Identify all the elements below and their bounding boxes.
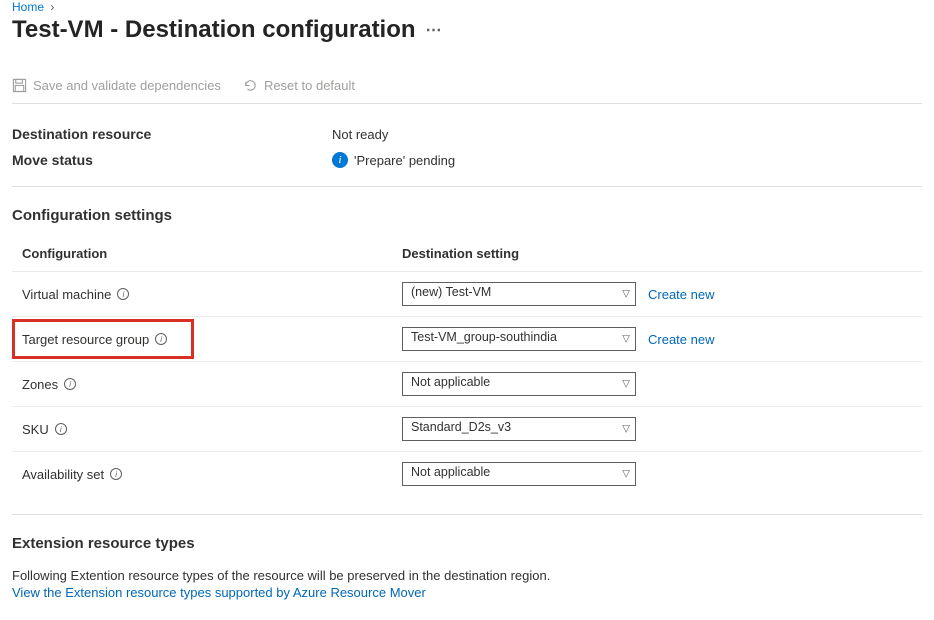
config-table-header: Configuration Destination setting	[12, 240, 922, 271]
ext-section-title: Extension resource types	[12, 535, 922, 552]
save-icon	[12, 78, 27, 93]
move-status-value: i 'Prepare' pending	[332, 152, 455, 168]
ext-description: Following Extention resource types of th…	[12, 568, 922, 583]
chevron-right-icon: ›	[47, 0, 57, 14]
toolbar: Save and validate dependencies Reset to …	[12, 72, 922, 104]
info-icon: i	[332, 152, 348, 168]
vm-create-new-link[interactable]: Create new	[648, 287, 714, 302]
row-zones: Zones i Not applicable ▽	[12, 361, 922, 406]
destination-resource-row: Destination resource Not ready	[12, 126, 922, 142]
undo-icon	[243, 78, 258, 93]
avset-label: Availability set	[22, 467, 104, 482]
zones-select[interactable]: Not applicable	[402, 372, 636, 396]
breadcrumb-home[interactable]: Home	[12, 0, 44, 14]
move-status-row: Move status i 'Prepare' pending	[12, 152, 922, 168]
vm-label: Virtual machine	[22, 287, 111, 302]
vm-select[interactable]: (new) Test-VM	[402, 282, 636, 306]
destination-resource-label: Destination resource	[12, 126, 332, 142]
more-icon[interactable]: ⋯	[426, 20, 443, 40]
save-button-label: Save and validate dependencies	[33, 78, 221, 93]
reset-button[interactable]: Reset to default	[243, 78, 355, 93]
ext-link[interactable]: View the Extension resource types suppor…	[12, 585, 922, 600]
move-status-label: Move status	[12, 152, 332, 168]
sku-label: SKU	[22, 422, 49, 437]
info-icon[interactable]: i	[155, 333, 167, 345]
page-title-text: Test-VM - Destination configuration	[12, 16, 416, 44]
info-icon[interactable]: i	[55, 423, 67, 435]
header-destination-setting: Destination setting	[402, 246, 922, 261]
row-availability-set: Availability set i Not applicable ▽	[12, 451, 922, 496]
divider	[12, 514, 922, 515]
move-status-text: 'Prepare' pending	[354, 153, 455, 168]
rg-create-new-link[interactable]: Create new	[648, 332, 714, 347]
row-target-resource-group: Target resource group i Test-VM_group-so…	[12, 316, 922, 361]
zones-label: Zones	[22, 377, 58, 392]
row-sku: SKU i Standard_D2s_v3 ▽	[12, 406, 922, 451]
info-icon[interactable]: i	[117, 288, 129, 300]
page-title: Test-VM - Destination configuration ⋯	[12, 16, 922, 44]
header-configuration: Configuration	[22, 246, 402, 261]
info-icon[interactable]: i	[64, 378, 76, 390]
divider	[12, 186, 922, 187]
info-icon[interactable]: i	[110, 468, 122, 480]
destination-resource-value: Not ready	[332, 126, 388, 142]
rg-select[interactable]: Test-VM_group-southindia	[402, 327, 636, 351]
breadcrumb: Home ›	[12, 0, 922, 16]
avset-select[interactable]: Not applicable	[402, 462, 636, 486]
rg-label: Target resource group	[22, 332, 149, 347]
config-section-title: Configuration settings	[12, 207, 922, 224]
row-virtual-machine: Virtual machine i (new) Test-VM ▽ Create…	[12, 271, 922, 316]
save-button[interactable]: Save and validate dependencies	[12, 78, 221, 93]
reset-button-label: Reset to default	[264, 78, 355, 93]
sku-select[interactable]: Standard_D2s_v3	[402, 417, 636, 441]
